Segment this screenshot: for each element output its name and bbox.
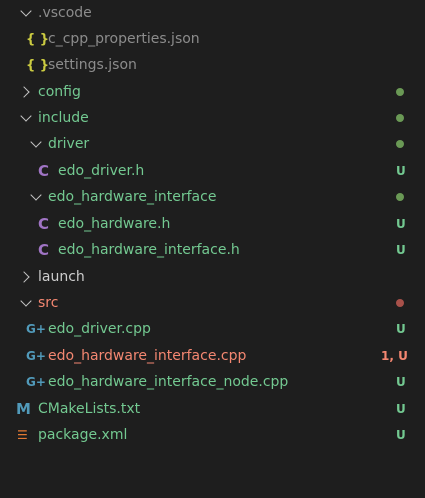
tree-folder-edo-hardware-interface[interactable]: edo_hardware_interface <box>0 184 425 210</box>
cmake-icon: M <box>16 400 31 418</box>
tree-item-label: settings.json <box>48 57 137 73</box>
tree-file-edo-driver-cpp[interactable]: G+ edo_driver.cpp U <box>0 316 425 342</box>
tree-item-label: edo_driver.cpp <box>48 321 151 337</box>
tree-item-label: edo_hardware.h <box>58 216 171 232</box>
tree-folder-src[interactable]: src <box>0 290 425 316</box>
git-badge: U <box>396 217 406 231</box>
git-badge: U <box>396 402 406 416</box>
git-status-dot <box>396 88 404 96</box>
git-status-dot <box>396 299 404 307</box>
tree-item-label: c_cpp_properties.json <box>48 31 200 47</box>
c-header-icon: C <box>38 162 50 180</box>
cpp-icon: G+ <box>26 349 46 363</box>
tree-file-settings-json[interactable]: { } settings.json <box>0 52 425 78</box>
json-icon: { } <box>26 31 50 47</box>
chevron-down-icon[interactable] <box>20 295 32 307</box>
tree-file-edo-hardware-h[interactable]: C edo_hardware.h U <box>0 211 425 237</box>
cpp-icon: G+ <box>26 322 46 336</box>
json-icon: { } <box>26 57 50 73</box>
tree-item-label: edo_hardware_interface <box>48 189 217 205</box>
chevron-right-icon[interactable] <box>18 271 30 283</box>
git-status-dot <box>396 140 404 148</box>
rss-xml-icon: ☰ <box>17 428 28 442</box>
chevron-down-icon[interactable] <box>30 136 42 148</box>
chevron-down-icon[interactable] <box>20 110 32 122</box>
tree-folder-include[interactable]: include <box>0 105 425 131</box>
cpp-icon: G+ <box>26 375 46 389</box>
tree-file-edo-hardware-interface-h[interactable]: C edo_hardware_interface.h U <box>0 237 425 263</box>
git-badge: U <box>396 428 406 442</box>
git-badge: U <box>396 164 406 178</box>
tree-item-label: launch <box>38 269 85 285</box>
git-badge: U <box>396 375 406 389</box>
tree-item-label: config <box>38 84 81 100</box>
tree-folder-driver[interactable]: driver <box>0 131 425 157</box>
tree-item-label: edo_hardware_interface.cpp <box>48 348 247 364</box>
tree-item-label: include <box>38 110 89 126</box>
tree-item-label: edo_driver.h <box>58 163 145 179</box>
chevron-down-icon[interactable] <box>20 5 32 17</box>
tree-folder-config[interactable]: config <box>0 79 425 105</box>
git-badge: U <box>396 243 406 257</box>
tree-folder-launch[interactable]: launch <box>0 264 425 290</box>
c-header-icon: C <box>38 241 50 259</box>
file-explorer-tree: .vscode { } c_cpp_properties.json { } se… <box>0 0 425 498</box>
git-badge: 1, U <box>381 349 408 363</box>
tree-item-label: edo_hardware_interface.h <box>58 242 240 258</box>
git-status-dot <box>396 193 404 201</box>
git-badge: U <box>396 322 406 336</box>
tree-file-edo-driver-h[interactable]: C edo_driver.h U <box>0 158 425 184</box>
tree-folder-vscode[interactable]: .vscode <box>0 0 425 26</box>
tree-file-edo-hardware-interface-cpp[interactable]: G+ edo_hardware_interface.cpp 1, U <box>0 343 425 369</box>
tree-item-label: edo_hardware_interface_node.cpp <box>48 374 289 390</box>
tree-item-label: package.xml <box>38 427 128 443</box>
git-status-dot <box>396 114 404 122</box>
chevron-down-icon[interactable] <box>30 189 42 201</box>
tree-file-package-xml[interactable]: ☰ package.xml U <box>0 422 425 448</box>
tree-item-label: driver <box>48 136 90 152</box>
c-header-icon: C <box>38 215 50 233</box>
chevron-right-icon[interactable] <box>18 86 30 98</box>
tree-file-edo-hardware-interface-node-cpp[interactable]: G+ edo_hardware_interface_node.cpp U <box>0 369 425 395</box>
tree-file-cmakelists[interactable]: M CMakeLists.txt U <box>0 396 425 422</box>
tree-file-c-cpp-properties[interactable]: { } c_cpp_properties.json <box>0 26 425 52</box>
tree-item-label: src <box>38 295 59 311</box>
tree-item-label: CMakeLists.txt <box>38 401 141 417</box>
tree-item-label: .vscode <box>38 5 92 21</box>
